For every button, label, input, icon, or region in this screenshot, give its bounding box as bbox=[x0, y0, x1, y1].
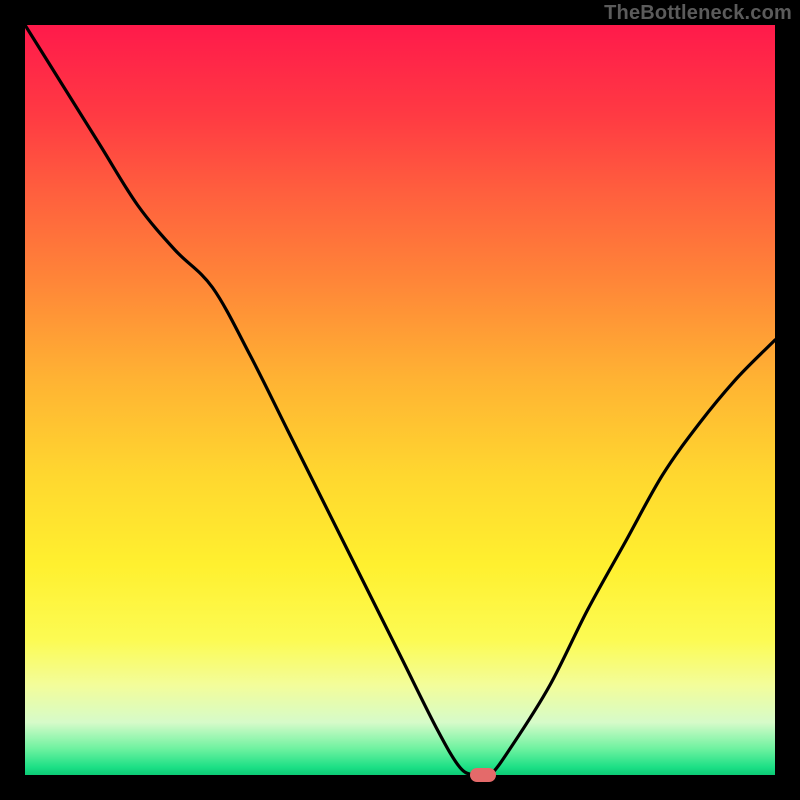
chart-plot-area bbox=[25, 25, 775, 775]
chart-frame: TheBottleneck.com bbox=[0, 0, 800, 800]
optimal-point-marker bbox=[470, 768, 496, 782]
chart-curve-layer bbox=[25, 25, 775, 775]
bottleneck-curve bbox=[25, 25, 775, 775]
watermark-text: TheBottleneck.com bbox=[604, 2, 792, 25]
